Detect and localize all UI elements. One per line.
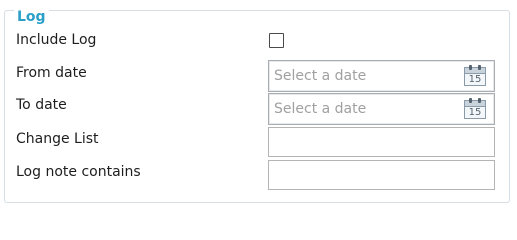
calendar-icon[interactable]: 15	[464, 65, 486, 86]
calendar-day: 15	[468, 74, 482, 85]
calendar-icon[interactable]: 15	[464, 98, 486, 119]
log-group-title: Log	[14, 10, 49, 24]
calendar-day: 15	[468, 107, 482, 118]
from-date-placeholder: Select a date	[274, 68, 367, 84]
include-log-label: Include Log	[16, 32, 97, 48]
include-log-checkbox[interactable]	[269, 33, 284, 48]
to-date-placeholder: Select a date	[274, 101, 367, 117]
change-list-input[interactable]	[268, 127, 495, 157]
to-date-picker[interactable]: Select a date 15	[268, 93, 495, 125]
log-note-input[interactable]	[268, 160, 495, 190]
change-list-label: Change List	[16, 131, 99, 147]
to-date-label: To date	[16, 97, 67, 113]
log-note-label: Log note contains	[16, 164, 141, 180]
from-date-picker[interactable]: Select a date 15	[268, 60, 495, 92]
from-date-label: From date	[16, 65, 87, 81]
